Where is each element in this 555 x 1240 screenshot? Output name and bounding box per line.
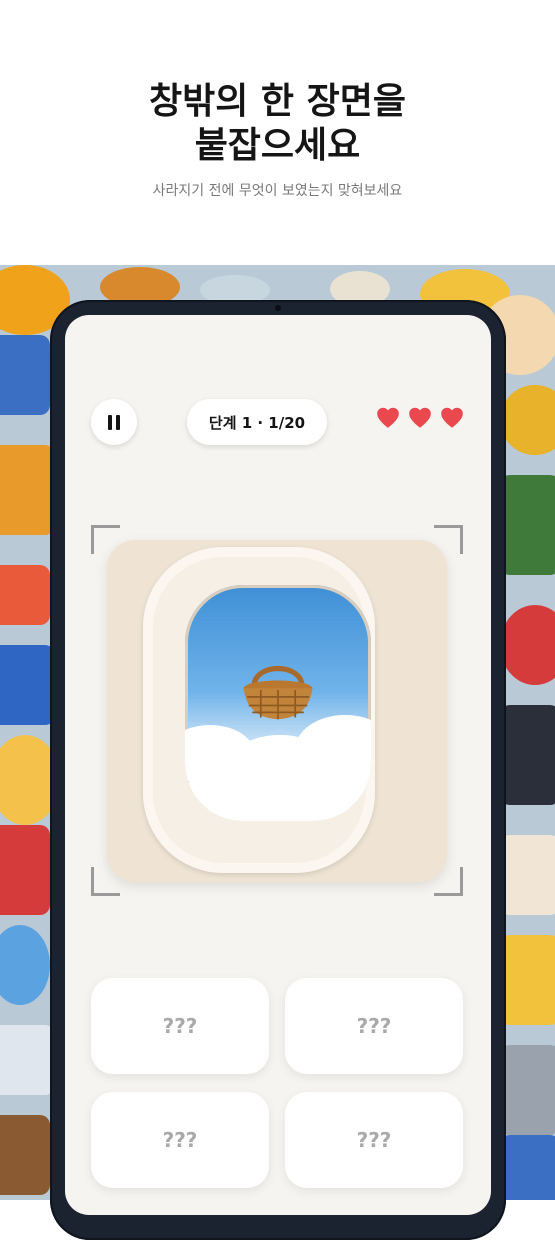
answer-option-4[interactable]: ??? [285, 1092, 463, 1188]
answer-option-3[interactable]: ??? [91, 1092, 269, 1188]
answer-option-1[interactable]: ??? [91, 978, 269, 1074]
heart-icon [409, 407, 431, 428]
camera-notch [275, 305, 281, 311]
game-screen: 단계 1 · 1/20 ??? ??? ??? ??? [65, 315, 491, 1215]
headline-line-1: 창밖의 한 장면을 [149, 81, 406, 122]
airplane-window-view [185, 585, 371, 821]
heart-icon [441, 407, 463, 428]
heart-icon [377, 407, 399, 428]
headline-line-2: 붙잡으세요 [194, 125, 361, 166]
pause-icon [106, 414, 122, 430]
headline: 창밖의 한 장면을 붙잡으세요 [0, 80, 555, 168]
lives-hearts [375, 405, 465, 431]
pause-button[interactable] [91, 399, 137, 445]
marketing-header: 창밖의 한 장면을 붙잡으세요 사라지기 전에 무엇이 보였는지 맞혀보세요 [0, 0, 555, 265]
level-indicator: 단계 1 · 1/20 [187, 399, 327, 445]
subtitle: 사라지기 전에 무엇이 보였는지 맞혀보세요 [152, 183, 403, 199]
answer-option-2[interactable]: ??? [285, 978, 463, 1074]
basket-icon [243, 665, 313, 720]
